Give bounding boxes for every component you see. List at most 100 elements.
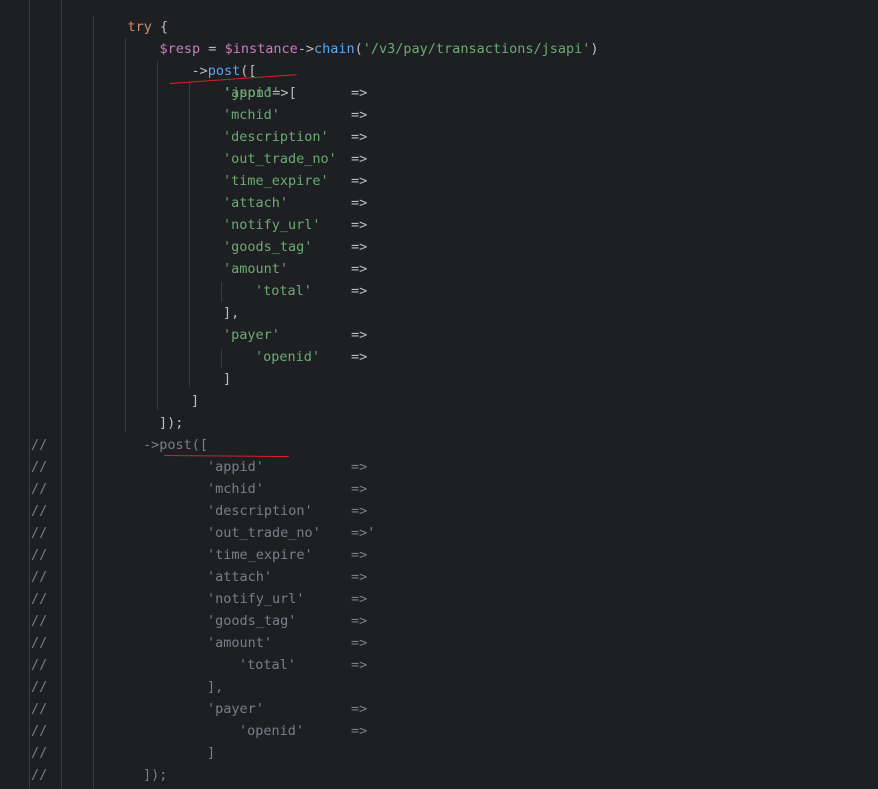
comment-line[interactable]: // — [31, 632, 47, 654]
comment-line[interactable]: => — [351, 698, 367, 720]
code-line[interactable]: => — [351, 258, 367, 280]
comment-line[interactable]: => — [351, 610, 367, 632]
comment-line[interactable]: // — [31, 676, 47, 698]
comment-text: ], — [207, 679, 224, 695]
comment-line[interactable]: 'time_expire' — [207, 544, 313, 566]
comment-text: => — [351, 657, 368, 673]
comment-line[interactable]: 'notify_url' — [207, 588, 305, 610]
code-line[interactable]: => — [351, 170, 367, 192]
code-line[interactable]: 'total' — [255, 280, 312, 302]
code-editor[interactable]: try { $resp = $instance->chain('/v3/pay/… — [0, 0, 878, 789]
comment-line[interactable]: => — [351, 478, 367, 500]
code-line[interactable]: ->post([ — [159, 38, 257, 79]
code-line[interactable]: $resp = $instance->chain('/v3/pay/transa… — [127, 16, 599, 57]
comment-line[interactable]: // — [31, 764, 47, 786]
code-line[interactable]: 'payer' — [223, 324, 280, 346]
code-line[interactable]: 'appid' — [223, 82, 280, 104]
code-line[interactable]: 'openid' — [255, 346, 320, 368]
comment-line[interactable]: => — [351, 500, 367, 522]
comment-line[interactable]: // — [31, 434, 47, 456]
string-token: 'notify_url' — [223, 217, 321, 233]
code-line[interactable]: ], — [223, 302, 239, 324]
indent-guide — [29, 0, 30, 789]
comment-line[interactable]: // — [31, 566, 47, 588]
comment-line[interactable]: // — [31, 456, 47, 478]
code-line[interactable]: => — [351, 236, 367, 258]
comment-prefix: // — [31, 767, 48, 783]
comment-line[interactable]: => — [351, 566, 367, 588]
code-line[interactable]: 'mchid' — [223, 104, 280, 126]
code-line[interactable]: => — [351, 148, 367, 170]
code-line[interactable]: ] — [191, 390, 199, 412]
comment-prefix: // — [31, 459, 48, 475]
code-line[interactable]: 'attach' — [223, 192, 288, 214]
comment-line[interactable]: // — [31, 720, 47, 742]
comment-text: 'openid' — [239, 723, 305, 739]
code-line[interactable]: 'amount' — [223, 258, 288, 280]
comment-line[interactable]: // — [31, 654, 47, 676]
string-token: 'openid' — [255, 349, 321, 365]
comment-text: 'total' — [239, 657, 296, 673]
comment-line[interactable]: ], — [207, 676, 223, 698]
comment-text: 'out_trade_no' — [207, 525, 321, 541]
indent-guide — [221, 282, 222, 302]
code-line[interactable]: => — [351, 324, 367, 346]
string-token: 'out_trade_no' — [223, 151, 337, 167]
comment-line[interactable]: 'total' — [239, 654, 296, 676]
code-line[interactable]: => — [351, 82, 367, 104]
comment-line[interactable]: ] — [207, 742, 215, 764]
code-line[interactable]: => — [351, 214, 367, 236]
comment-line[interactable]: // — [31, 742, 47, 764]
indent-guide — [61, 0, 62, 789]
comment-text: => — [351, 591, 368, 607]
comment-prefix: // — [31, 503, 48, 519]
code-line[interactable]: ] — [223, 368, 231, 390]
comment-line[interactable]: ]); — [143, 764, 167, 786]
comment-text: => — [351, 569, 368, 585]
code-line[interactable]: 'time_expire' — [223, 170, 329, 192]
comment-line[interactable]: =>' — [351, 522, 375, 544]
comment-prefix: // — [31, 701, 48, 717]
operator-token: => — [351, 283, 368, 299]
comment-text: => — [351, 503, 368, 519]
comment-line[interactable]: // — [31, 500, 47, 522]
comment-line[interactable]: 'out_trade_no' — [207, 522, 321, 544]
comment-line[interactable]: => — [351, 456, 367, 478]
comment-line[interactable]: 'description' — [207, 500, 313, 522]
code-line[interactable]: => — [351, 280, 367, 302]
comment-line[interactable]: // — [31, 588, 47, 610]
comment-line[interactable]: // — [31, 478, 47, 500]
comment-line[interactable]: // — [31, 610, 47, 632]
code-line[interactable]: => — [351, 192, 367, 214]
code-line[interactable]: ]); — [159, 412, 183, 434]
code-line[interactable]: try { — [95, 0, 169, 35]
code-line[interactable]: 'out_trade_no' — [223, 148, 337, 170]
code-line[interactable]: 'goods_tag' — [223, 236, 312, 258]
code-line[interactable]: 'description' — [223, 126, 329, 148]
comment-line[interactable]: => — [351, 632, 367, 654]
operator-token: => — [351, 173, 368, 189]
code-line[interactable]: => — [351, 346, 367, 368]
bracket-token: ], — [223, 305, 240, 321]
comment-line[interactable]: 'mchid' — [207, 478, 264, 500]
code-line[interactable]: 'notify_url' — [223, 214, 321, 236]
comment-text: => — [351, 701, 368, 717]
comment-line[interactable]: 'openid' — [239, 720, 304, 742]
comment-line[interactable]: // — [31, 698, 47, 720]
comment-line[interactable]: 'attach' — [207, 566, 272, 588]
comment-line[interactable]: // — [31, 544, 47, 566]
comment-line[interactable]: => — [351, 720, 367, 742]
comment-line[interactable]: ->post([ — [143, 434, 208, 456]
comment-line[interactable]: => — [351, 654, 367, 676]
comment-line[interactable]: 'appid' — [207, 456, 264, 478]
comment-line[interactable]: => — [351, 544, 367, 566]
comment-line[interactable]: 'amount' — [207, 632, 272, 654]
comment-text: => — [351, 547, 368, 563]
bracket-token: [ — [288, 85, 297, 101]
comment-line[interactable]: 'goods_tag' — [207, 610, 296, 632]
code-line[interactable]: => — [351, 104, 367, 126]
comment-line[interactable]: 'payer' — [207, 698, 264, 720]
code-line[interactable]: => — [351, 126, 367, 148]
comment-line[interactable]: // — [31, 522, 47, 544]
comment-line[interactable]: => — [351, 588, 367, 610]
